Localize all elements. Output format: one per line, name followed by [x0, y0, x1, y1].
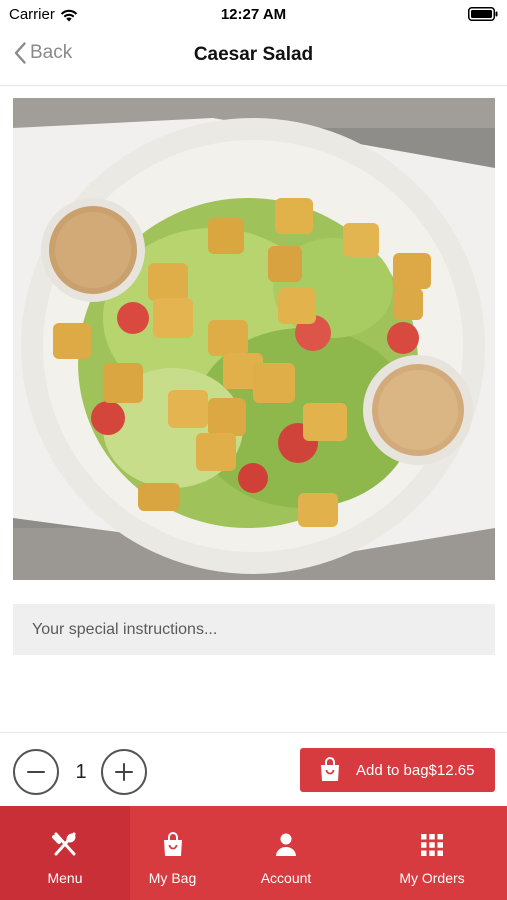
- action-bar: 1 Add to bag$12.65: [0, 732, 507, 806]
- plus-icon: [115, 763, 133, 781]
- tab-menu-label: Menu: [47, 870, 83, 886]
- special-instructions-input[interactable]: [13, 604, 495, 655]
- fork-knife-icon: [52, 832, 78, 858]
- status-time: 12:27 AM: [220, 6, 287, 23]
- minus-icon: [27, 771, 45, 773]
- battery-icon: [468, 7, 498, 21]
- shopping-bag-icon: [321, 757, 339, 781]
- tab-my-orders-label: My Orders: [399, 870, 465, 886]
- quantity-value: 1: [75, 761, 87, 783]
- product-image: [13, 98, 495, 580]
- tab-account-label: Account: [260, 870, 312, 886]
- caesar-salad-photo: [13, 98, 495, 580]
- add-to-bag-button[interactable]: Add to bag$12.65: [300, 748, 495, 792]
- tab-my-orders[interactable]: My Orders: [357, 806, 507, 900]
- tab-my-bag-label: My Bag: [148, 870, 197, 886]
- increase-quantity-button[interactable]: [101, 749, 147, 795]
- status-bar: Carrier 12:27 AM: [0, 0, 507, 28]
- add-to-bag-label: Add to bag$12.65: [356, 761, 475, 779]
- page-title: Caesar Salad: [193, 44, 314, 65]
- grid-icon: [419, 832, 445, 858]
- tab-bar: Menu My Bag Account My Orders: [0, 806, 507, 900]
- person-icon: [273, 832, 299, 858]
- navigation-bar: Back Caesar Salad: [0, 28, 507, 86]
- decrease-quantity-button[interactable]: [13, 749, 59, 795]
- shopping-bag-icon: [160, 832, 186, 858]
- tab-my-bag[interactable]: My Bag: [130, 806, 215, 900]
- tab-menu[interactable]: Menu: [0, 806, 130, 900]
- tab-account[interactable]: Account: [215, 806, 357, 900]
